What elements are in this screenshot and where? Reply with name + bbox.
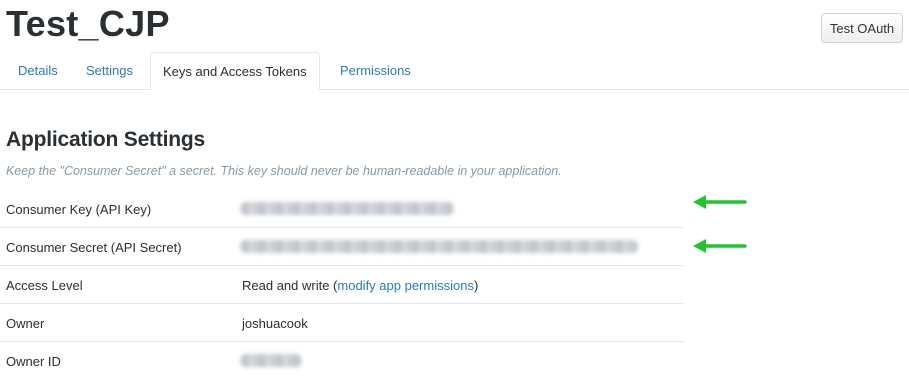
consumer-key-label: Consumer Key (API Key) [6, 202, 152, 217]
access-level-suffix: ) [473, 278, 479, 293]
access-level-label: Access Level [6, 278, 83, 293]
app-title: Test_CJP [6, 3, 170, 44]
consumer-key-value-redacted [240, 202, 454, 215]
section-title: Application Settings [6, 128, 206, 151]
tab-keys-and-access-tokens[interactable]: Keys and Access Tokens [150, 52, 320, 90]
tab-settings[interactable]: Settings [86, 52, 133, 90]
row-access-level: Access Level Read and write (modify app … [0, 266, 683, 304]
consumer-secret-label: Consumer Secret (API Secret) [6, 240, 182, 255]
owner-value: joshuacook [242, 316, 308, 331]
modify-app-permissions-link[interactable]: modify app permissions [337, 278, 474, 293]
consumer-secret-value-redacted [240, 240, 638, 253]
access-level-text: Read and write ( [242, 278, 338, 293]
owner-id-value-redacted [240, 354, 302, 367]
row-owner-id: Owner ID [0, 342, 683, 379]
section-hint: Keep the "Consumer Secret" a secret. Thi… [6, 164, 562, 178]
tab-bar: Details Settings Keys and Access Tokens … [0, 52, 909, 90]
left-arrow-icon [693, 195, 747, 209]
left-arrow-icon [693, 239, 747, 253]
access-level-value: Read and write (modify app permissions) [242, 278, 478, 293]
row-owner: Owner joshuacook [0, 304, 683, 342]
owner-label: Owner [6, 316, 45, 331]
row-consumer-key: Consumer Key (API Key) [0, 190, 683, 228]
owner-id-label: Owner ID [6, 354, 61, 369]
tab-details[interactable]: Details [18, 52, 58, 90]
tab-permissions[interactable]: Permissions [340, 52, 411, 90]
row-consumer-secret: Consumer Secret (API Secret) [0, 228, 683, 266]
test-oauth-button[interactable]: Test OAuth [821, 13, 903, 43]
settings-table: Consumer Key (API Key) Consumer Secret (… [0, 190, 683, 379]
